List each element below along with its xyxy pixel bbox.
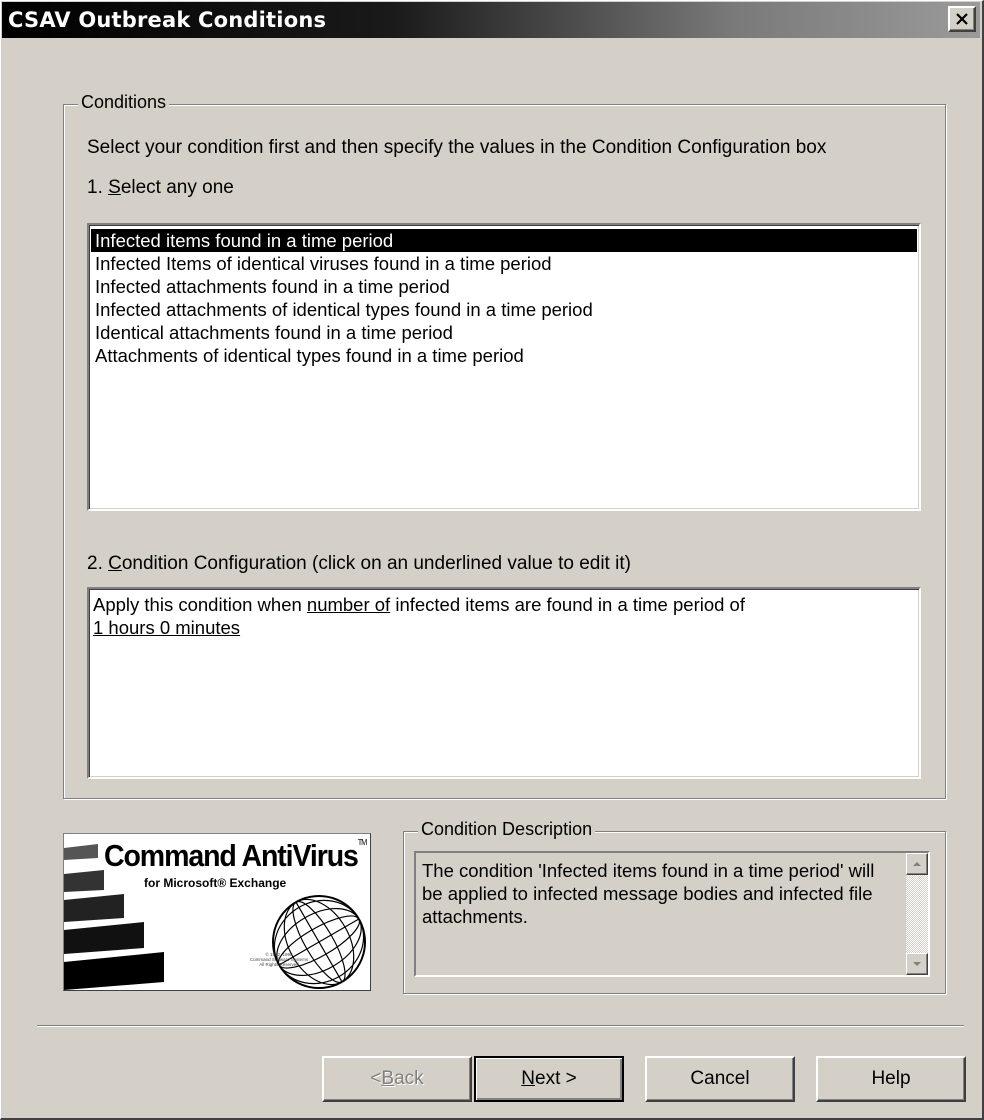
title-bar: CSAV Outbreak Conditions <box>2 2 980 38</box>
cancel-button[interactable]: Cancel <box>645 1056 795 1102</box>
scroll-up-button[interactable] <box>906 853 928 875</box>
dialog-window: CSAV Outbreak Conditions Conditions Sele… <box>0 0 984 1120</box>
condition-list-item[interactable]: Infected attachments of identical types … <box>91 298 917 321</box>
condition-list-item[interactable]: Infected attachments found in a time per… <box>91 275 917 298</box>
close-icon <box>956 13 968 25</box>
condition-list-item[interactable]: Attachments of identical types found in … <box>91 344 917 367</box>
description-group-label: Condition Description <box>418 819 596 840</box>
logo-copyright: © 1992, 1999 Command Software Systems Al… <box>249 952 309 967</box>
description-scrollbar[interactable] <box>906 853 928 975</box>
select-label: 1. Select any one <box>87 177 234 198</box>
condition-list-item[interactable]: Infected Items of identical viruses foun… <box>91 252 917 275</box>
condition-list-item[interactable]: Infected items found in a time period <box>91 229 917 252</box>
next-button[interactable]: Next > <box>474 1056 624 1102</box>
config-text: Apply this condition when number of infe… <box>93 594 745 638</box>
separator-line <box>37 1025 964 1027</box>
scroll-down-button[interactable] <box>906 953 928 975</box>
condition-list: Infected items found in a time period Inf… <box>91 229 917 367</box>
conditions-group-label: Conditions <box>78 92 170 113</box>
back-button[interactable]: < Back <box>322 1056 472 1102</box>
help-button[interactable]: Help <box>816 1056 966 1102</box>
description-textbox[interactable]: The condition 'Infected items found in a… <box>414 851 930 977</box>
description-text: The condition 'Infected items found in a… <box>422 860 875 927</box>
logo-subtitle: for Microsoft® Exchange <box>144 876 287 890</box>
condition-config-box[interactable]: Apply this condition when number of infe… <box>87 587 921 779</box>
instruction-text: Select your condition first and then spe… <box>87 137 827 158</box>
time-period-link[interactable]: 1 hours 0 minutes <box>93 617 240 638</box>
command-antivirus-logo: Command AntiVirusTM for Microsoft® Excha… <box>63 833 371 991</box>
close-button[interactable] <box>948 6 976 32</box>
condition-list-item[interactable]: Identical attachments found in a time pe… <box>91 321 917 344</box>
arrow-down-icon <box>913 962 921 966</box>
config-label: 2. Condition Configuration (click on an … <box>87 553 631 574</box>
condition-listbox[interactable]: Infected items found in a time period Inf… <box>87 223 921 511</box>
logo-title: Command AntiVirusTM <box>104 838 367 873</box>
number-of-link[interactable]: number of <box>307 594 390 615</box>
arrow-up-icon <box>913 862 921 866</box>
window-title: CSAV Outbreak Conditions <box>8 8 327 32</box>
